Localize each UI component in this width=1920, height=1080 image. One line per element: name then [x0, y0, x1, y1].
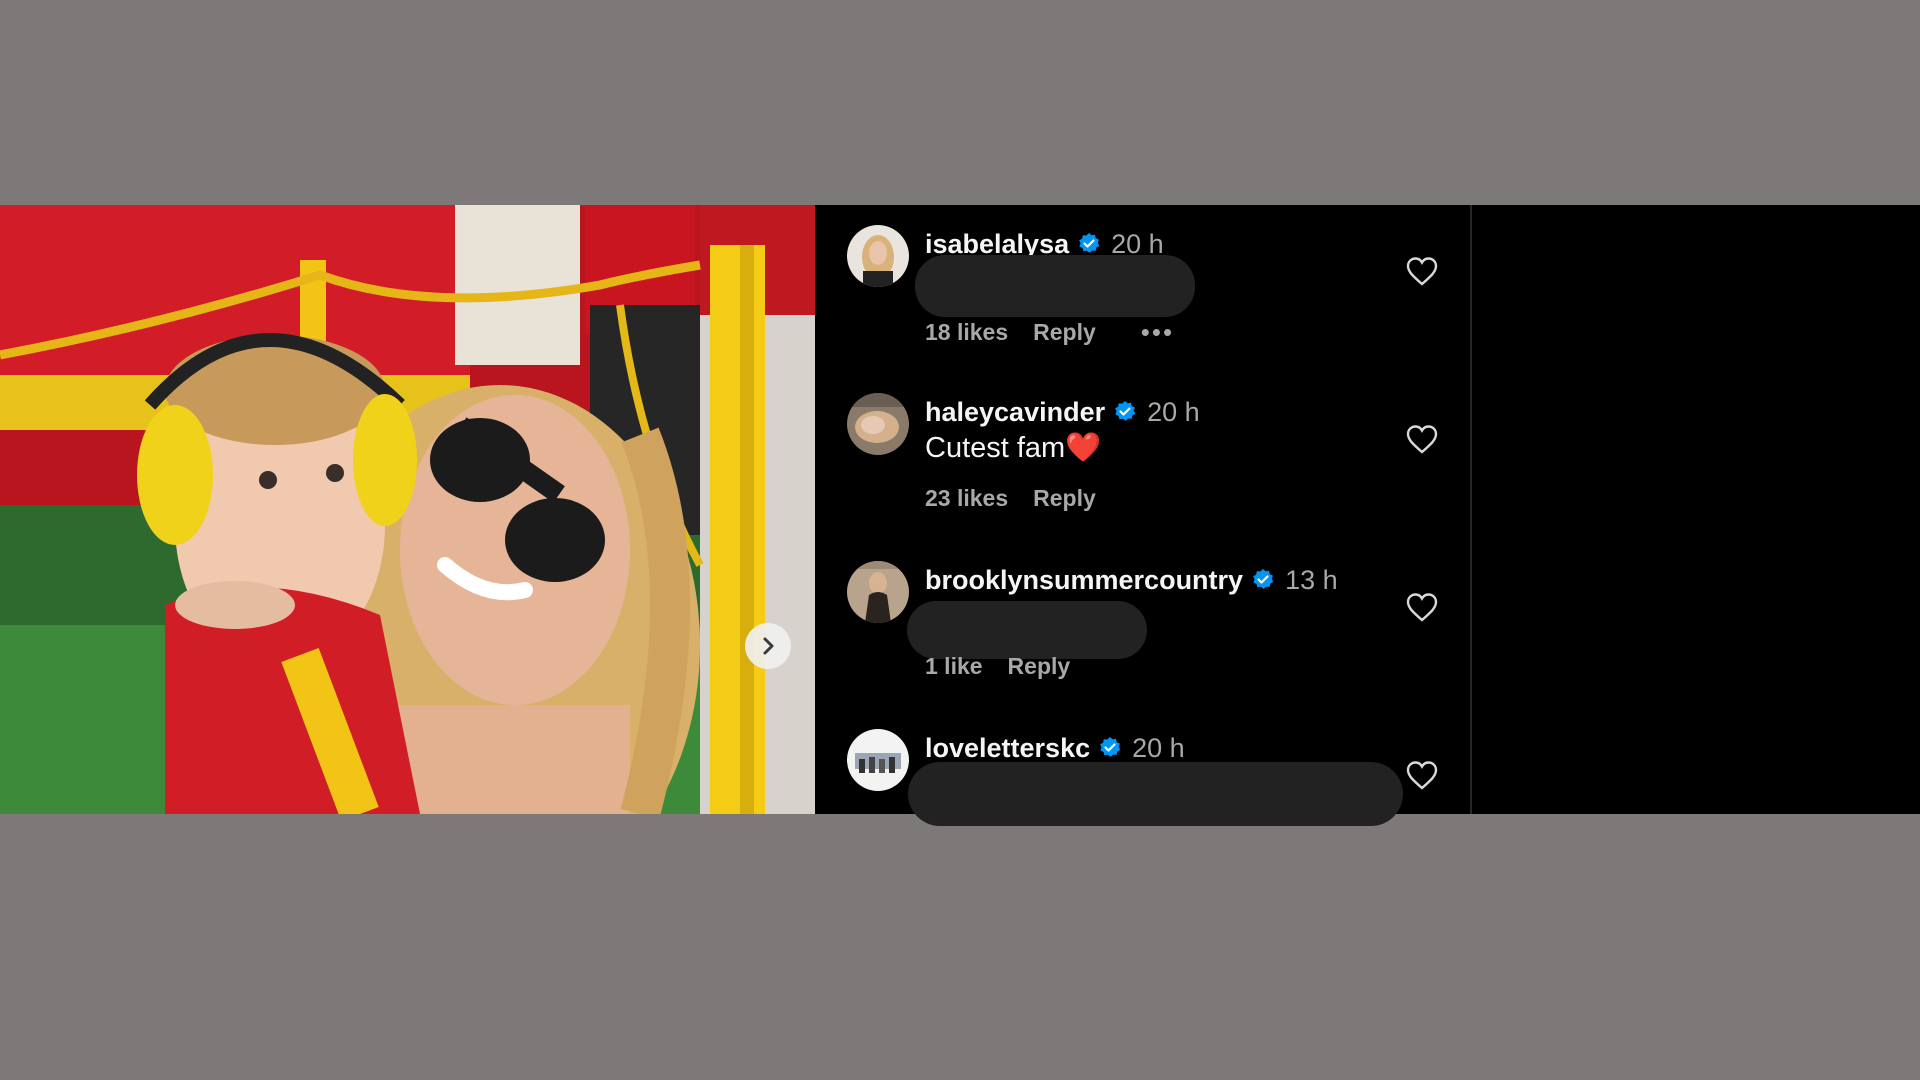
username[interactable]: loveletterskc: [925, 733, 1090, 764]
likes-count[interactable]: 23 likes: [925, 485, 1008, 512]
verified-badge-icon: [1079, 233, 1100, 253]
likes-count[interactable]: 1 like: [925, 653, 983, 680]
username[interactable]: brooklynsummercountry: [925, 565, 1243, 596]
username[interactable]: haleycavinder: [925, 397, 1105, 428]
redacted-comment-text: [908, 762, 1403, 826]
verified-badge-icon: [1253, 569, 1274, 589]
avatar[interactable]: [847, 729, 909, 791]
comment-actions: 18 likes Reply •••: [925, 317, 1174, 348]
next-image-button[interactable]: [745, 623, 791, 669]
avatar[interactable]: [847, 561, 909, 623]
comment-header: loveletterskc 20 h: [925, 731, 1185, 765]
chevron-right-icon: [763, 637, 774, 655]
empty-side-panel: [1472, 205, 1920, 814]
comment-item: haleycavinder 20 h Cutest fam❤️ 23 likes…: [815, 373, 1470, 533]
more-options-icon[interactable]: •••: [1141, 317, 1174, 348]
comments-panel: isabelalysa 20 h 18 likes Reply ••• hale…: [815, 205, 1470, 814]
avatar-image: [847, 561, 909, 623]
reply-button[interactable]: Reply: [1008, 653, 1071, 680]
reply-button[interactable]: Reply: [1033, 319, 1096, 346]
like-heart-icon[interactable]: [1405, 423, 1439, 457]
verified-badge-icon: [1100, 737, 1121, 757]
like-heart-icon[interactable]: [1405, 255, 1439, 289]
instagram-post-strip: isabelalysa 20 h 18 likes Reply ••• hale…: [0, 205, 1920, 814]
comment-item: brooklynsummercountry 13 h 1 like Reply: [815, 541, 1470, 701]
reply-button[interactable]: Reply: [1033, 485, 1096, 512]
comment-actions: 1 like Reply: [925, 653, 1070, 680]
avatar-image: [847, 393, 909, 455]
avatar[interactable]: [847, 225, 909, 287]
like-heart-icon[interactable]: [1405, 591, 1439, 625]
avatar[interactable]: [847, 393, 909, 455]
verified-badge-icon: [1115, 401, 1136, 421]
comment-actions: 23 likes Reply: [925, 485, 1096, 512]
comment-item: isabelalysa 20 h 18 likes Reply •••: [815, 205, 1470, 365]
like-heart-icon[interactable]: [1405, 759, 1439, 793]
redacted-comment-text: [907, 601, 1147, 659]
post-photo-image: [0, 205, 815, 814]
likes-count[interactable]: 18 likes: [925, 319, 1008, 346]
redacted-comment-text: [915, 255, 1195, 317]
comment-time: 13 h: [1285, 564, 1338, 595]
avatar-image: [847, 225, 909, 287]
comment-time: 20 h: [1132, 732, 1185, 763]
comment-header: brooklynsummercountry 13 h: [925, 563, 1338, 597]
comment-header: haleycavinder 20 h: [925, 395, 1200, 429]
avatar-image: [847, 729, 909, 791]
comment-time: 20 h: [1147, 396, 1200, 427]
post-photo[interactable]: [0, 205, 815, 814]
comment-text: Cutest fam❤️: [925, 432, 1102, 464]
